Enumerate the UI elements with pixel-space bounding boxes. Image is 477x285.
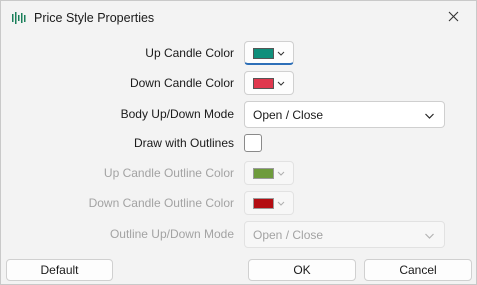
ok-button[interactable]: OK xyxy=(248,259,356,281)
outline-mode-select[interactable]: Open / Close xyxy=(244,221,445,248)
chevron-down-icon xyxy=(424,230,435,240)
down-outline-color-picker[interactable] xyxy=(244,191,294,215)
close-button[interactable] xyxy=(438,6,468,30)
price-style-properties-dialog: Price Style Properties Up Candle Color D… xyxy=(0,0,477,285)
down-outline-color-label: Down Candle Outline Color xyxy=(88,196,234,210)
candlestick-chart-icon xyxy=(11,11,27,25)
body-mode-select[interactable]: Open / Close xyxy=(244,101,445,128)
body-mode-value: Open / Close xyxy=(253,108,324,122)
up-outline-color-label: Up Candle Outline Color xyxy=(103,166,234,180)
up-candle-color-swatch xyxy=(253,48,274,59)
chevron-down-icon xyxy=(276,47,286,57)
up-candle-color-label: Up Candle Color xyxy=(145,46,234,60)
draw-outlines-label: Draw with Outlines xyxy=(133,136,234,150)
down-candle-color-swatch xyxy=(253,78,274,89)
down-outline-color-swatch xyxy=(253,198,274,209)
up-outline-color-swatch xyxy=(253,168,274,179)
close-icon xyxy=(448,11,459,25)
chevron-down-icon xyxy=(276,197,286,207)
up-candle-color-picker[interactable] xyxy=(244,41,294,65)
chevron-down-icon xyxy=(424,110,435,120)
chevron-down-icon xyxy=(276,167,286,177)
outline-mode-value: Open / Close xyxy=(253,228,324,242)
down-candle-color-picker[interactable] xyxy=(244,71,294,95)
chevron-down-icon xyxy=(276,77,286,87)
cancel-button[interactable]: Cancel xyxy=(364,259,472,281)
draw-outlines-checkbox[interactable] xyxy=(244,134,262,152)
up-outline-color-picker[interactable] xyxy=(244,161,294,185)
default-button[interactable]: Default xyxy=(6,259,113,281)
title-bar: Price Style Properties xyxy=(1,1,476,35)
outline-mode-label: Outline Up/Down Mode xyxy=(109,227,234,241)
body-mode-label: Body Up/Down Mode xyxy=(120,107,234,121)
down-candle-color-label: Down Candle Color xyxy=(129,76,234,90)
window-title: Price Style Properties xyxy=(34,11,155,25)
